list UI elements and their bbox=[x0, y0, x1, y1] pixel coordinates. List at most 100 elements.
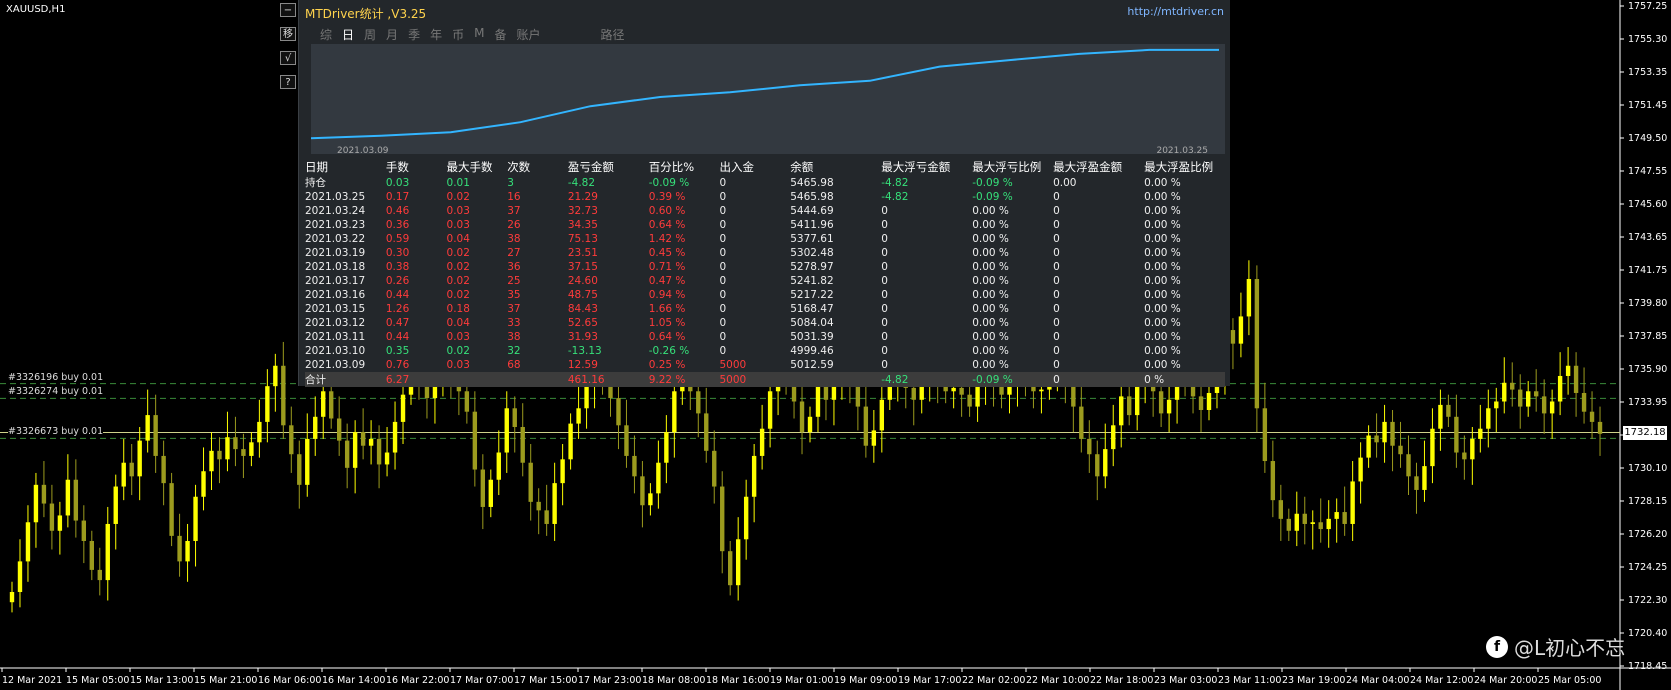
price-axis-label: 1735.90 bbox=[1628, 364, 1667, 375]
candle bbox=[161, 440, 166, 506]
candle bbox=[799, 386, 805, 455]
table-cell: 2021.03.11 bbox=[305, 331, 366, 343]
table-cell: 0 bbox=[719, 233, 727, 245]
candle bbox=[1406, 435, 1411, 496]
minimize-button[interactable]: − bbox=[280, 3, 296, 17]
table-cell: 0.47 % bbox=[648, 275, 686, 287]
table-cell: 0 bbox=[719, 289, 727, 301]
order-label[interactable]: #3326196 buy 0.01 bbox=[8, 371, 104, 383]
time-axis-label: 15 Mar 21:00 bbox=[194, 675, 257, 686]
table-cell: 0.00 % bbox=[972, 317, 1009, 329]
candle bbox=[121, 438, 126, 501]
candle bbox=[664, 415, 669, 484]
table-cell: 0.25 % bbox=[648, 359, 686, 371]
check-button[interactable]: √ bbox=[280, 51, 296, 65]
table-cell: 5465.98 bbox=[790, 176, 834, 189]
watermark: f @L初心不忘 bbox=[1486, 632, 1625, 661]
table-cell: 2021.03.17 bbox=[305, 275, 366, 287]
order-label[interactable]: #3326673 buy 0.01 bbox=[8, 426, 104, 438]
table-cell: 0.47 bbox=[385, 317, 410, 329]
candle bbox=[1581, 367, 1587, 424]
table-cell: 0.59 bbox=[385, 233, 410, 245]
table-row: 2021.03.23 0.36 0.03 26 34.35 0.64 % 0 5411.96 0… bbox=[305, 218, 1225, 232]
table-cell: 0.94 % bbox=[648, 289, 686, 301]
candle bbox=[1302, 496, 1307, 545]
panel-tab[interactable]: 周 bbox=[359, 26, 381, 43]
mini-end-date: 2021.03.25 bbox=[1156, 146, 1208, 156]
table-cell: 0 bbox=[719, 247, 727, 259]
panel-tab[interactable]: 年 bbox=[425, 26, 447, 43]
table-cell: 0 bbox=[1053, 191, 1060, 203]
table-cell: 12.59 bbox=[567, 359, 598, 371]
time-axis-label: 16 Mar 14:00 bbox=[322, 675, 385, 686]
candle bbox=[73, 459, 79, 538]
table-cell: 0.44 bbox=[385, 289, 410, 301]
table-cell: 21.29 bbox=[567, 191, 598, 203]
candle bbox=[1246, 260, 1252, 336]
total-cell: 6.27 bbox=[385, 372, 447, 387]
table-cell: 2021.03.24 bbox=[305, 205, 366, 217]
table-cell: 0.03 bbox=[446, 205, 470, 217]
candle bbox=[1254, 265, 1260, 433]
candle bbox=[145, 389, 150, 453]
panel-tab[interactable]: 币 bbox=[447, 26, 469, 43]
table-cell: 0 bbox=[881, 303, 888, 315]
panel-tab[interactable]: 日 bbox=[337, 26, 359, 43]
table-cell: 2021.03.09 bbox=[305, 359, 366, 371]
time-axis-label: 16 Mar 22:00 bbox=[386, 675, 449, 686]
candle bbox=[536, 488, 541, 535]
candle bbox=[177, 513, 182, 577]
candle bbox=[1382, 404, 1387, 463]
candle bbox=[1238, 292, 1244, 358]
help-button[interactable]: ? bbox=[280, 75, 296, 89]
move-button[interactable]: 移 bbox=[280, 27, 296, 41]
time-axis-label: 23 Mar 11:00 bbox=[1218, 675, 1281, 686]
candle bbox=[305, 413, 310, 497]
balance-mini-chart bbox=[311, 44, 1225, 154]
candle bbox=[520, 403, 525, 477]
candle bbox=[169, 472, 174, 547]
table-cell: 37 bbox=[507, 303, 521, 315]
candle bbox=[1103, 423, 1108, 489]
table-cell: 0 bbox=[881, 233, 888, 245]
candle bbox=[656, 440, 661, 509]
panel-tab[interactable]: 账户 bbox=[511, 26, 545, 43]
candle bbox=[376, 425, 382, 489]
order-label[interactable]: #3326274 buy 0.01 bbox=[8, 386, 104, 398]
table-cell: 5444.69 bbox=[790, 205, 834, 217]
time-axis-label: 16 Mar 06:00 bbox=[258, 675, 321, 686]
panel-url-link[interactable]: http://mtdriver.cn bbox=[1127, 5, 1224, 18]
panel-tab[interactable]: 月 bbox=[381, 26, 403, 43]
path-tab[interactable]: 路径 bbox=[596, 26, 630, 43]
panel-tab[interactable]: M bbox=[469, 26, 489, 43]
time-axis-label: 23 Mar 03:00 bbox=[1154, 675, 1217, 686]
candle bbox=[1079, 382, 1084, 453]
time-axis-label: 19 Mar 01:00 bbox=[770, 675, 833, 686]
candle bbox=[89, 530, 94, 581]
candle bbox=[1557, 352, 1563, 416]
panel-tab[interactable]: 综 bbox=[315, 26, 337, 43]
candle bbox=[1111, 404, 1116, 467]
column-header: 百分比% bbox=[648, 160, 695, 174]
table-cell: 0.04 bbox=[446, 233, 470, 245]
candle bbox=[1366, 425, 1371, 468]
watermark-logo-icon: f bbox=[1486, 635, 1508, 658]
candle bbox=[480, 454, 486, 530]
candle bbox=[249, 432, 254, 467]
table-cell: 5012.59 bbox=[790, 359, 834, 371]
candle bbox=[528, 444, 533, 521]
candle bbox=[1095, 440, 1100, 501]
table-cell: 0.46 bbox=[385, 205, 410, 217]
panel-tab[interactable]: 季 bbox=[403, 26, 425, 43]
candle bbox=[1478, 404, 1483, 453]
panel-tab[interactable]: 备 bbox=[489, 26, 511, 43]
table-cell: 0.00 % bbox=[972, 345, 1009, 357]
candle bbox=[576, 386, 581, 439]
watermark-text: @L初心不忘 bbox=[1514, 636, 1626, 660]
candle bbox=[241, 433, 246, 479]
table-cell: 0.76 bbox=[385, 359, 410, 371]
table-cell: 84.43 bbox=[567, 303, 598, 315]
table-cell: 1.42 % bbox=[648, 233, 686, 245]
stats-panel: MTDriver统计 ,V3.25 http://mtdriver.cn 综日周… bbox=[298, 0, 1230, 387]
candle bbox=[743, 479, 749, 560]
